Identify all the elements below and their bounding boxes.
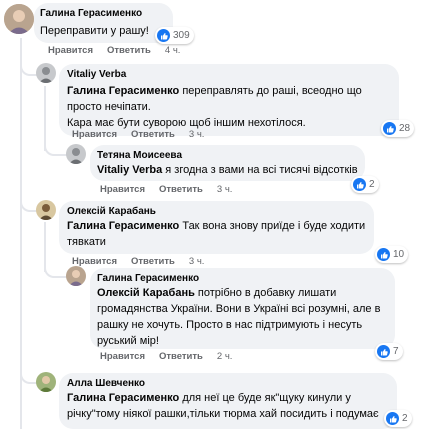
mention-link[interactable]: Галина Герасименко — [67, 85, 179, 97]
comment-actions: Нравится Ответить 2 ч. — [100, 351, 246, 362]
comment-actions: Нравится Ответить 4 ч. — [48, 45, 194, 56]
mention-link[interactable]: Галина Герасименко — [67, 392, 179, 404]
comment-actions: Нравится Ответить 3 ч. — [100, 184, 246, 195]
thread-connector — [44, 140, 68, 156]
user-photo-icon — [36, 200, 56, 220]
reply-button[interactable]: Ответить — [131, 256, 175, 267]
user-photo-icon — [66, 144, 86, 164]
timestamp[interactable]: 3 ч. — [189, 256, 205, 267]
comment-author[interactable]: Олексій Карабань — [67, 206, 156, 217]
comment-text: Галина Герасименко для неї це буде як"щу… — [67, 392, 379, 420]
user-photo-icon — [36, 63, 56, 83]
user-photo-icon — [4, 4, 34, 34]
avatar[interactable] — [36, 372, 56, 392]
reaction-count[interactable]: 2 — [351, 176, 379, 193]
comment-author[interactable]: Галина Герасименко — [97, 273, 199, 284]
mention-link[interactable]: Галина Герасименко — [67, 220, 179, 232]
avatar[interactable] — [36, 200, 56, 220]
thread-connector — [44, 262, 68, 278]
comment-text: Олексій Карабань потрібно в добавку лиша… — [97, 287, 381, 347]
reply-button[interactable]: Ответить — [107, 45, 151, 56]
user-photo-icon — [36, 372, 56, 392]
like-button[interactable]: Нравится — [72, 256, 117, 267]
avatar[interactable] — [66, 144, 86, 164]
like-button[interactable]: Нравится — [100, 184, 145, 195]
like-icon — [353, 178, 366, 191]
reply-button[interactable]: Ответить — [159, 351, 203, 362]
timestamp[interactable]: 3 ч. — [189, 129, 205, 140]
like-button[interactable]: Нравится — [100, 351, 145, 362]
like-icon — [383, 122, 396, 135]
reply-button[interactable]: Ответить — [159, 184, 203, 195]
like-icon — [386, 412, 399, 425]
comment-text: Галина Герасименко переправлять до раші,… — [67, 85, 362, 129]
comment-actions: Нравится Ответить 3 ч. — [72, 256, 218, 267]
like-icon — [377, 248, 390, 261]
timestamp[interactable]: 3 ч. — [217, 184, 233, 195]
reaction-count[interactable]: 309 — [155, 27, 194, 44]
comment-text: Переправити у рашу! — [40, 25, 149, 37]
comment-author[interactable]: Vitaliy Verba — [67, 69, 126, 80]
avatar[interactable] — [4, 4, 34, 34]
avatar[interactable] — [66, 266, 86, 286]
avatar[interactable] — [36, 63, 56, 83]
timestamp[interactable]: 2 ч. — [217, 351, 233, 362]
timestamp[interactable]: 4 ч. — [165, 45, 181, 56]
reaction-count[interactable]: 10 — [375, 246, 409, 263]
comment-text: Галина Герасименко Так вона знову приїде… — [67, 220, 366, 248]
comment-author[interactable]: Галина Герасименко — [40, 8, 142, 19]
reaction-count[interactable]: 7 — [375, 343, 403, 360]
like-icon — [157, 29, 170, 42]
mention-link[interactable]: Олексій Карабань — [97, 287, 195, 299]
reaction-count[interactable]: 28 — [381, 120, 415, 137]
comment-author[interactable]: Алла Шевченко — [67, 378, 145, 389]
like-icon — [377, 345, 390, 358]
like-button[interactable]: Нравится — [72, 129, 117, 140]
user-photo-icon — [66, 266, 86, 286]
reply-button[interactable]: Ответить — [131, 129, 175, 140]
reaction-count[interactable]: 2 — [384, 410, 412, 427]
mention-link[interactable]: Vitaliy Verba — [97, 164, 162, 176]
comment-text: Vitaliy Verba я згодна з вами на всі тис… — [97, 164, 358, 176]
comment-actions: Нравится Ответить 3 ч. — [72, 129, 218, 140]
like-button[interactable]: Нравится — [48, 45, 93, 56]
comment-author[interactable]: Тетяна Моисеева — [97, 150, 182, 161]
